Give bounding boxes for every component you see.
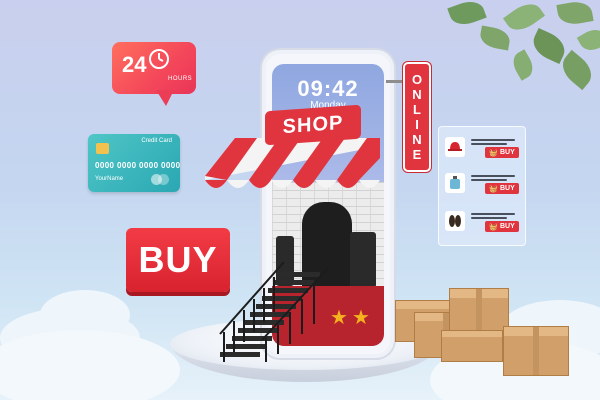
product-row: 🧺 BUY <box>445 137 521 161</box>
online-letter: E <box>412 147 422 162</box>
buy-button-label: BUY <box>499 223 515 230</box>
perfume-icon <box>445 173 465 193</box>
buy-button[interactable]: 🧺 BUY <box>485 147 519 158</box>
online-letter: L <box>413 102 421 117</box>
product-list-panel: 🧺 BUY 🧺 BUY 🧺 BUY <box>438 126 526 246</box>
cardboard-box <box>503 326 569 376</box>
shop-sign: SHOP <box>265 104 361 146</box>
scene: 09:42 Monday ★ ★ SHOP O N L I N E 24 HOU… <box>0 0 600 400</box>
chip-icon <box>96 143 109 154</box>
basket-icon: 🧺 <box>489 149 498 157</box>
cardboard-box <box>449 288 509 334</box>
hours-badge: 24 HOURS <box>112 42 196 94</box>
cap-icon <box>445 137 465 157</box>
cardboard-box <box>441 330 503 362</box>
sandals-icon <box>445 211 465 231</box>
hours-unit: HOURS <box>168 76 193 82</box>
basket-icon: 🧺 <box>489 185 498 193</box>
online-sign: O N L I N E <box>403 62 431 172</box>
buy-button-label: BUY <box>499 185 515 192</box>
online-letter: N <box>412 132 422 147</box>
staircase <box>219 262 329 362</box>
star-icon: ★ <box>352 307 370 329</box>
shop-window-right <box>350 232 376 288</box>
product-row: 🧺 BUY <box>445 211 521 235</box>
card-network-icon <box>158 174 169 185</box>
badge-tail <box>156 90 174 106</box>
product-row: 🧺 BUY <box>445 173 521 197</box>
online-letter: I <box>415 117 419 132</box>
card-number: 0000 0000 0000 0000 <box>95 161 181 170</box>
leaves-decoration <box>440 0 600 110</box>
hours-number: 24 <box>122 52 147 77</box>
clock-icon <box>149 49 169 69</box>
shop-awning <box>205 138 380 188</box>
online-letter: N <box>412 87 422 102</box>
basket-icon: 🧺 <box>489 223 498 231</box>
buy-button[interactable]: 🧺 BUY <box>485 221 519 232</box>
buy-sign: BUY <box>126 228 230 292</box>
buy-button[interactable]: 🧺 BUY <box>485 183 519 194</box>
buy-button-label: BUY <box>499 149 515 156</box>
clock-time: 09:42 <box>297 76 359 101</box>
credit-card: Credit Card 0000 0000 0000 0000 YourName <box>88 134 180 192</box>
sign-bracket <box>386 80 404 83</box>
card-label: Credit Card <box>141 138 172 144</box>
card-holder-name: YourName <box>95 176 124 182</box>
online-letter: O <box>411 72 423 87</box>
